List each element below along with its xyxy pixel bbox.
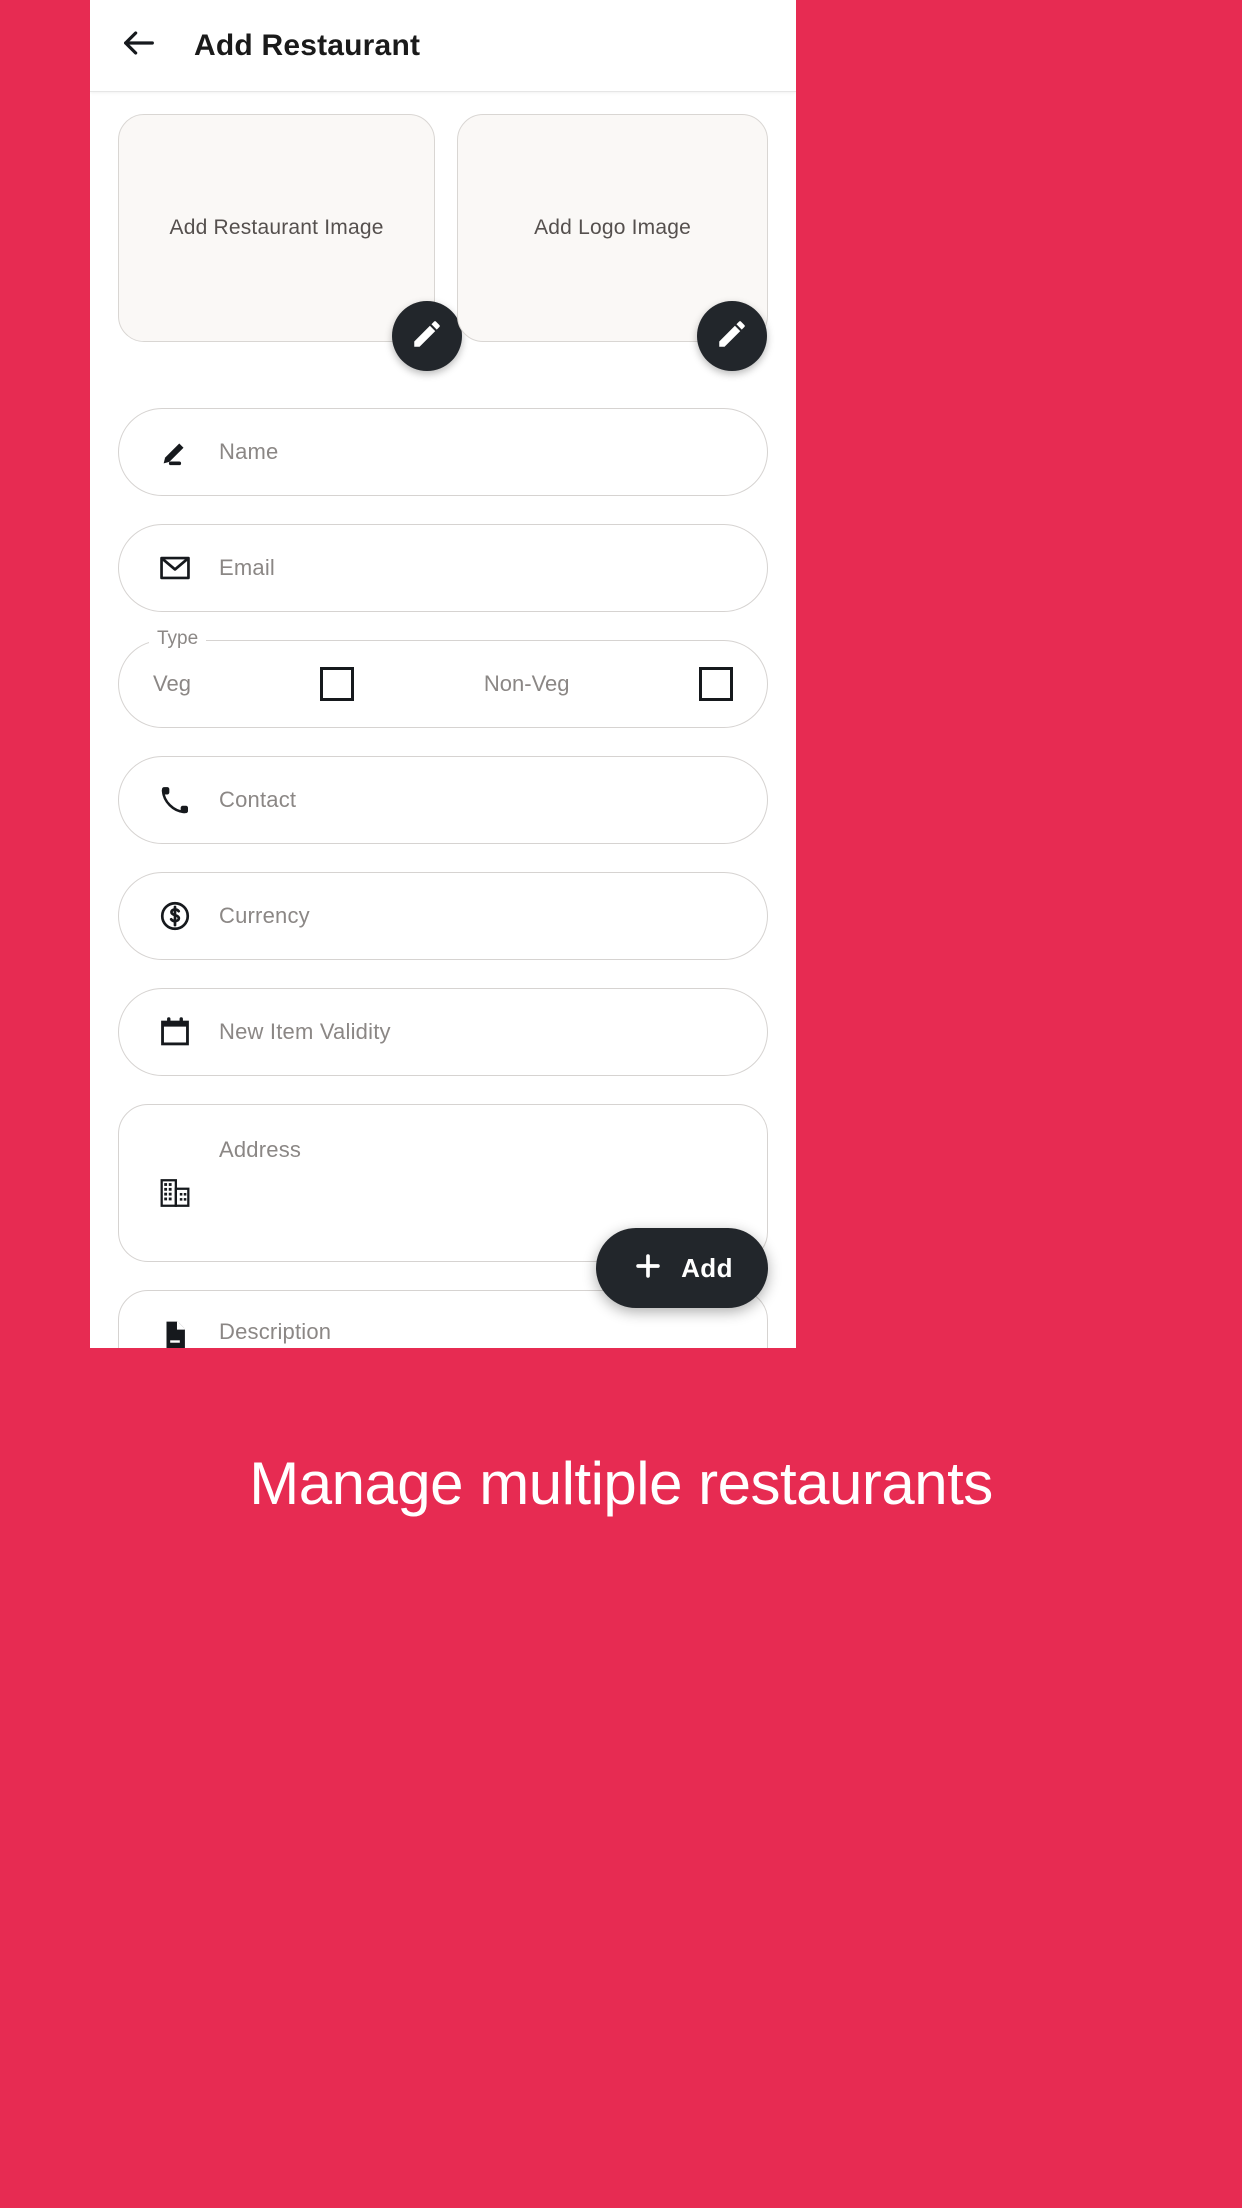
address-placeholder: Address [219,1137,302,1162]
pencil-edit-icon [153,430,197,474]
validity-placeholder: New Item Validity [219,1019,391,1044]
contact-placeholder: Contact [219,787,297,812]
pencil-icon [410,317,444,356]
image-upload-row: Add Restaurant Image Add Logo Image [118,114,768,371]
dollar-circle-icon [153,894,197,938]
pencil-icon [715,317,749,356]
nonveg-label: Non-Veg [483,671,570,696]
logo-image-label: Add Logo Image [534,216,691,239]
name-field[interactable]: Name [118,408,768,496]
building-icon [153,1171,197,1215]
restaurant-image-label: Add Restaurant Image [169,216,384,239]
phone-screen: Add Restaurant Add Restaurant Image Add … [90,0,796,1348]
nonveg-checkbox[interactable] [699,667,734,701]
phone-icon [153,778,197,822]
veg-label: Veg [153,671,191,696]
description-placeholder: Description [219,1319,332,1344]
type-field-group: Type Veg Non-Veg [118,628,768,728]
app-bar: Add Restaurant [90,0,796,92]
calendar-icon [153,1010,197,1054]
document-icon [153,1313,197,1348]
logo-image-upload-card[interactable]: Add Logo Image [457,114,768,371]
contact-field[interactable]: Contact [118,756,768,844]
veg-checkbox[interactable] [320,667,355,701]
type-option-veg[interactable]: Veg [153,671,191,697]
type-option-nonveg[interactable]: Non-Veg [484,671,570,697]
name-placeholder: Name [219,439,279,464]
edit-restaurant-image-button[interactable] [392,301,463,371]
type-legend: Type [149,628,207,650]
email-placeholder: Email [219,555,276,580]
currency-field[interactable]: Currency [118,872,768,960]
arrow-left-icon [119,23,159,68]
form-scroll-area: Add Restaurant Image Add Logo Image Name… [90,92,796,1348]
page-title: Add Restaurant [194,28,421,62]
new-item-validity-field[interactable]: New Item Validity [118,988,768,1076]
restaurant-image-upload-card[interactable]: Add Restaurant Image [118,114,463,371]
plus-icon [631,1249,665,1288]
back-button[interactable] [112,19,166,73]
envelope-icon [153,546,197,590]
edit-logo-image-button[interactable] [697,301,767,371]
email-field[interactable]: Email [118,524,768,612]
add-button[interactable]: Add [596,1228,768,1308]
promo-caption: Manage multiple restaurants [249,1450,993,1517]
restaurant-form: Name Email Type Veg Non-Veg Contact Curr… [118,408,768,1348]
add-button-label: Add [681,1252,733,1283]
currency-placeholder: Currency [219,903,310,928]
